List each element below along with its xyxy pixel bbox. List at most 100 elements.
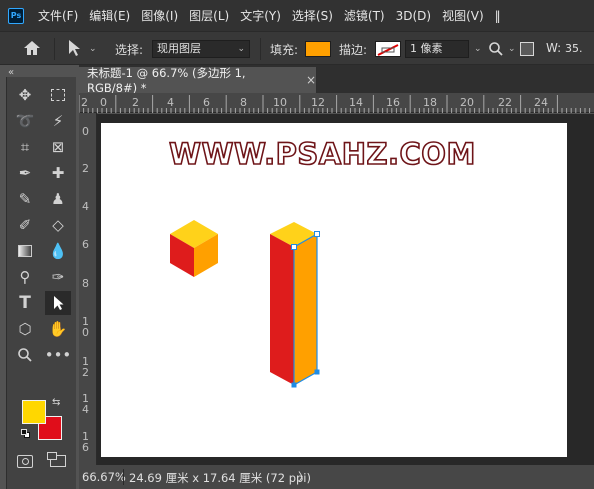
document-canvas[interactable]: WWW.PSAHZ.COM: [101, 123, 567, 457]
healing-icon[interactable]: ✚: [45, 161, 71, 185]
move-tool-icon[interactable]: ✥: [12, 83, 38, 107]
ruler-label: 4: [82, 200, 89, 213]
ruler-label: 2: [82, 162, 89, 175]
ruler-label: 1 0: [82, 315, 89, 339]
home-icon[interactable]: [22, 39, 42, 57]
ruler-label: 16: [386, 96, 400, 109]
menu-type[interactable]: 文字(Y): [240, 7, 281, 24]
eraser-icon[interactable]: ◇: [45, 213, 71, 237]
separator: [54, 38, 55, 60]
stroke-width-value: 1 像素: [410, 42, 443, 55]
search-icon[interactable]: [488, 41, 504, 57]
ruler-label: 20: [460, 96, 474, 109]
width-field[interactable]: 35.: [565, 40, 594, 58]
separator: [260, 38, 261, 60]
select-layer-value: 现用图层: [157, 42, 201, 55]
ruler-label: 6: [203, 96, 210, 109]
marquee-icon[interactable]: [45, 83, 71, 107]
stroke-label: 描边:: [339, 43, 368, 57]
menu-overflow[interactable]: ‖: [495, 9, 501, 23]
tall-prism[interactable]: [270, 222, 320, 388]
anchor-point: [314, 231, 320, 237]
more-icon[interactable]: •••: [45, 343, 72, 367]
ruler-label: 1 2: [82, 355, 89, 379]
ruler-label: 18: [423, 96, 437, 109]
width-value: 35.: [565, 42, 583, 55]
magic-wand-icon[interactable]: ⚡: [45, 109, 71, 133]
menu-file[interactable]: 文件(F): [38, 7, 78, 24]
ruler-label: 8: [240, 96, 247, 109]
chevron-down-icon[interactable]: ⌄: [508, 44, 516, 54]
ruler-label: 2: [132, 96, 139, 109]
zoom-level[interactable]: 66.67%: [82, 470, 126, 484]
menu-bar: Ps 文件(F) 编辑(E) 图像(I) 图层(L) 文字(Y) 选择(S) 滤…: [0, 0, 594, 31]
frame-icon[interactable]: ⊠: [45, 135, 71, 159]
anchor-point: [291, 382, 297, 388]
ruler-label: 24: [534, 96, 548, 109]
dodge-icon[interactable]: ⚲: [12, 265, 38, 289]
document-tab[interactable]: 未标题-1 @ 66.7% (多边形 1, RGB/8#) * ×: [79, 66, 317, 95]
status-menu-arrow[interactable]: 〉: [298, 469, 310, 485]
quick-mask-icon[interactable]: [12, 449, 38, 473]
ruler-label: 14: [349, 96, 363, 109]
type-icon[interactable]: T: [12, 291, 38, 315]
ruler-label: 0: [100, 96, 107, 109]
pen-icon[interactable]: ✑: [45, 265, 71, 289]
stroke-width-dropdown[interactable]: 1 像素: [405, 40, 469, 58]
tools-panel: « ✥ ➰ ⚡ ⌗ ⊠ ✒ ✚ ✎ ♟ ✐ ◇ 💧 ⚲ ✑ T ⬡ ✋ ••• …: [0, 65, 78, 489]
artwork: [170, 220, 320, 388]
ruler-ticks: [79, 95, 591, 113]
chevron-down-icon[interactable]: ⌄: [89, 44, 97, 54]
horizontal-ruler: 2 0 2 4 6 8 10 12 14 16 18 20 22 24: [79, 93, 594, 113]
ruler-label: 8: [82, 277, 89, 290]
menu-3d[interactable]: 3D(D): [396, 9, 431, 23]
ruler-label: 10: [273, 96, 287, 109]
ruler-label: 22: [498, 96, 512, 109]
select-layer-dropdown[interactable]: 现用图层 ⌄: [152, 40, 250, 58]
eyedropper-icon[interactable]: ✒: [12, 161, 38, 185]
menu-image[interactable]: 图像(I): [141, 7, 178, 24]
ruler-label: 6: [82, 238, 89, 251]
stamp-icon[interactable]: ♟: [45, 187, 71, 211]
small-cube[interactable]: [170, 220, 218, 277]
status-bar: 66.67% 24.69 厘米 x 17.64 厘米 (72 ppi) 〉: [79, 465, 594, 489]
default-colors-icon[interactable]: [21, 429, 30, 438]
chevron-down-icon: ⌄: [237, 44, 245, 54]
ruler-label: 12: [311, 96, 325, 109]
document-size: 24.69 厘米 x 17.64 厘米 (72 ppi): [129, 471, 311, 485]
width-label: W:: [546, 41, 562, 55]
screen-mode-icon[interactable]: [45, 449, 71, 473]
ruler-label: 0: [82, 125, 89, 138]
zoom-icon[interactable]: [12, 343, 38, 367]
close-icon[interactable]: ×: [306, 73, 316, 87]
select-label: 选择:: [115, 43, 144, 57]
prism-right-face: [294, 234, 317, 385]
hand-icon[interactable]: ✋: [45, 317, 71, 341]
crop-icon[interactable]: ⌗: [12, 135, 38, 159]
menu-layer[interactable]: 图层(L): [189, 7, 229, 24]
foreground-color-swatch[interactable]: [22, 400, 46, 424]
stroke-swatch[interactable]: [375, 41, 401, 57]
menu-filter[interactable]: 滤镜(T): [344, 7, 385, 24]
photoshop-logo[interactable]: Ps: [8, 7, 24, 24]
lasso-icon[interactable]: ➰: [12, 109, 38, 133]
ruler-label: 1 6: [82, 430, 89, 454]
menu-edit[interactable]: 编辑(E): [89, 7, 130, 24]
move-arrow-icon[interactable]: [66, 39, 82, 57]
shape-icon[interactable]: ⬡: [12, 317, 38, 341]
history-brush-icon[interactable]: ✐: [12, 213, 38, 237]
ruler-label: 1 4: [82, 392, 89, 416]
align-edges-icon[interactable]: [520, 42, 534, 56]
gradient-icon[interactable]: [12, 239, 38, 263]
brush-icon[interactable]: ✎: [12, 187, 38, 211]
menu-select[interactable]: 选择(S): [292, 7, 333, 24]
path-select-icon[interactable]: [45, 291, 71, 315]
fill-swatch[interactable]: [305, 41, 331, 57]
document-tab-title: 未标题-1 @ 66.7% (多边形 1, RGB/8#) *: [87, 66, 246, 95]
chevron-down-icon[interactable]: ⌄: [474, 44, 482, 54]
prism-left-face: [270, 234, 294, 385]
ruler-label: 4: [167, 96, 174, 109]
swap-colors-icon[interactable]: ⇆: [52, 397, 60, 408]
blur-icon[interactable]: 💧: [45, 239, 71, 263]
menu-view[interactable]: 视图(V): [442, 7, 484, 24]
